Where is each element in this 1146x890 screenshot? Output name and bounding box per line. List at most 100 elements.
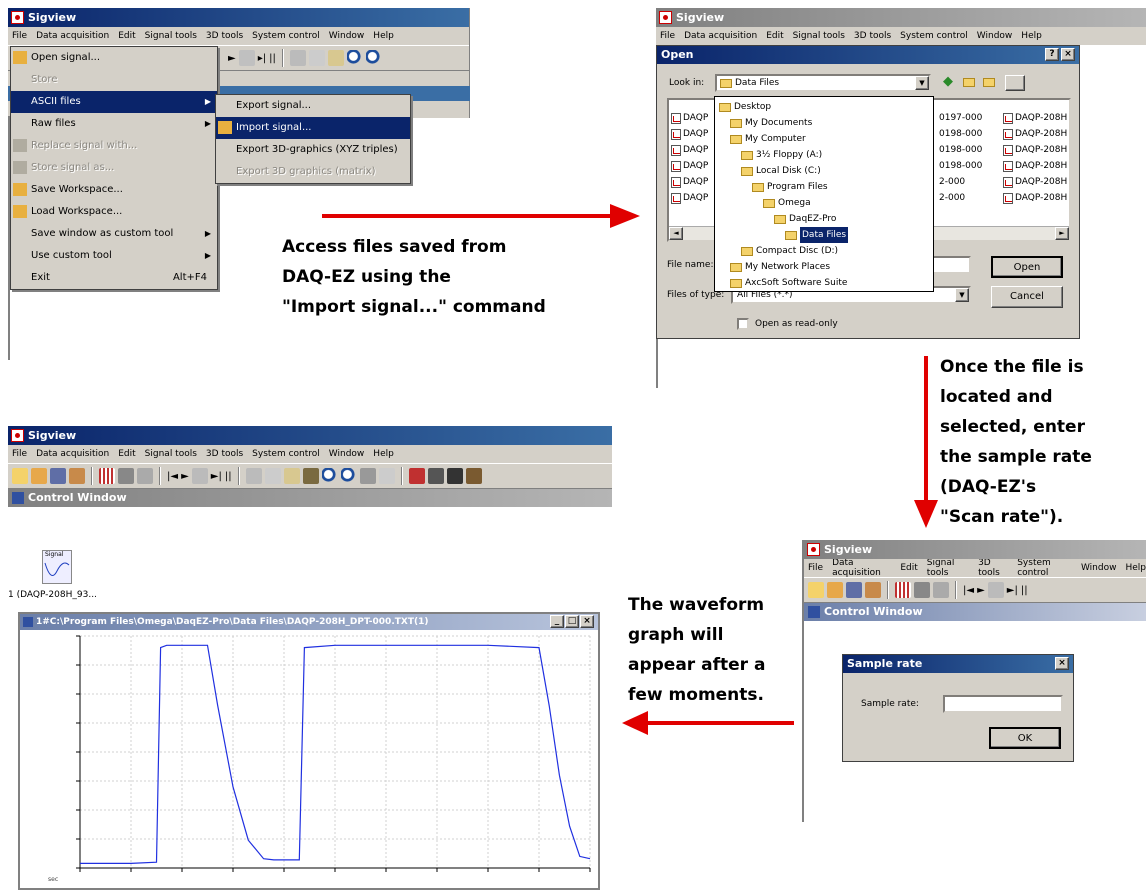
play-icon[interactable]: ►: [977, 585, 985, 596]
filter2-icon[interactable]: [933, 582, 949, 598]
up-folder-icon[interactable]: [963, 78, 975, 87]
pause-icon[interactable]: ||: [225, 471, 232, 482]
pause-icon[interactable]: ||: [1021, 585, 1028, 596]
menu-item[interactable]: Import signal...: [216, 117, 410, 139]
menu-file[interactable]: File: [660, 31, 675, 41]
menu-file[interactable]: File: [808, 563, 823, 573]
menu-file[interactable]: File: [12, 449, 27, 459]
chevron-down-icon[interactable]: ▼: [915, 76, 929, 90]
export-icon[interactable]: [69, 468, 85, 484]
back-icon[interactable]: ◆: [943, 74, 953, 89]
table-icon[interactable]: [427, 468, 444, 484]
menu-edit[interactable]: Edit: [118, 31, 135, 41]
tree-item[interactable]: 3½ Floppy (A:): [715, 147, 933, 163]
menu-system-control[interactable]: System control: [900, 31, 968, 41]
menu-item[interactable]: ASCII files ▶: [11, 91, 217, 113]
cancel-button[interactable]: Cancel: [991, 286, 1063, 308]
menu-item[interactable]: Open signal...: [11, 47, 217, 69]
file-item[interactable]: DAQP: [671, 190, 708, 206]
menu-data-acquisition[interactable]: Data acquisition: [832, 558, 891, 578]
skip-icon[interactable]: ▸|: [258, 53, 266, 64]
open-button[interactable]: Open: [991, 256, 1063, 278]
menu-item[interactable]: Store: [11, 69, 217, 91]
file-item[interactable]: 0198-000: [939, 158, 982, 174]
zoom-in-icon[interactable]: [346, 50, 363, 66]
menu-item[interactable]: Replace signal with...: [11, 135, 217, 157]
file-item[interactable]: DAQP-208H: [1003, 142, 1067, 158]
minimize-button[interactable]: _: [550, 615, 564, 628]
play-icon[interactable]: ►: [181, 471, 189, 482]
file-item[interactable]: 2-000: [939, 190, 982, 206]
sample-rate-input[interactable]: [943, 695, 1063, 713]
filter-icon[interactable]: [118, 468, 134, 484]
zoom-in-icon[interactable]: [321, 468, 338, 484]
autoscale-icon[interactable]: [359, 468, 376, 484]
menu-data-acquisition[interactable]: Data acquisition: [36, 31, 109, 41]
waveform-chart[interactable]: [20, 630, 598, 888]
properties-icon[interactable]: [378, 468, 395, 484]
help-button[interactable]: ?: [1045, 48, 1059, 61]
file-item[interactable]: DAQP-208H: [1003, 190, 1067, 206]
menu-file[interactable]: File: [12, 31, 27, 41]
file-item[interactable]: DAQP: [671, 174, 708, 190]
menu-item[interactable]: Export 3D-graphics (XYZ triples): [216, 139, 410, 161]
look-in-combo[interactable]: Data Files ▼: [715, 74, 931, 92]
menu-system-control[interactable]: System control: [252, 31, 320, 41]
zoom-out-icon[interactable]: [365, 50, 382, 66]
close-button[interactable]: ×: [1061, 48, 1075, 61]
grid-icon[interactable]: [446, 468, 463, 484]
step-icon[interactable]: [987, 582, 1004, 598]
file-item[interactable]: DAQP-208H: [1003, 158, 1067, 174]
signal-icon[interactable]: Signal: [42, 550, 72, 584]
menu-item[interactable]: Save window as custom tool ▶: [11, 223, 217, 245]
file-item[interactable]: DAQP: [671, 142, 708, 158]
filter2-icon[interactable]: [137, 468, 153, 484]
tree-item[interactable]: DaqEZ-Pro: [715, 211, 933, 227]
menu-window[interactable]: Window: [977, 31, 1013, 41]
step-icon[interactable]: [191, 468, 208, 484]
filter-icon[interactable]: [914, 582, 930, 598]
copy-icon[interactable]: [264, 468, 281, 484]
menu-edit[interactable]: Edit: [118, 449, 135, 459]
menu-system-control[interactable]: System control: [252, 449, 320, 459]
scroll-right-icon[interactable]: ►: [1055, 227, 1069, 240]
menu-system-control[interactable]: System control: [1017, 558, 1072, 578]
paste-icon[interactable]: [283, 468, 300, 484]
file-item[interactable]: 0198-000: [939, 142, 982, 158]
view-menu-icon[interactable]: [1005, 75, 1025, 91]
menu-item[interactable]: Export 3D graphics (matrix): [216, 161, 410, 183]
menu-item[interactable]: Load Workspace...: [11, 201, 217, 223]
menu-3d-tools[interactable]: 3D tools: [854, 31, 891, 41]
tree-item[interactable]: Program Files: [715, 179, 933, 195]
menu-signal-tools[interactable]: Signal tools: [145, 31, 197, 41]
menu-data-acquisition[interactable]: Data acquisition: [36, 449, 109, 459]
tree-item[interactable]: My Computer: [715, 131, 933, 147]
skip-icon[interactable]: ►|: [211, 471, 222, 482]
ok-button[interactable]: OK: [989, 727, 1061, 749]
menu-item[interactable]: Save Workspace...: [11, 179, 217, 201]
file-item[interactable]: 0197-000: [939, 110, 982, 126]
file-item[interactable]: 2-000: [939, 174, 982, 190]
menu-item[interactable]: Store signal as...: [11, 157, 217, 179]
tools-icon[interactable]: [465, 468, 482, 484]
open-folder-icon[interactable]: [808, 582, 824, 598]
cut-icon[interactable]: [289, 50, 306, 66]
chevron-down-icon[interactable]: ▼: [955, 288, 969, 302]
pause-icon[interactable]: ||: [269, 53, 276, 64]
menu-window[interactable]: Window: [329, 31, 365, 41]
rewind-icon[interactable]: |◄: [167, 471, 178, 482]
play-icon[interactable]: ►: [228, 53, 236, 64]
tree-item[interactable]: Omega: [715, 195, 933, 211]
menu-edit[interactable]: Edit: [766, 31, 783, 41]
menu-window[interactable]: Window: [1081, 563, 1117, 573]
save-icon[interactable]: [50, 468, 66, 484]
spectrum-icon[interactable]: [895, 582, 911, 598]
menu-item[interactable]: Exit Alt+F4: [11, 267, 217, 289]
menu-data-acquisition[interactable]: Data acquisition: [684, 31, 757, 41]
file-item[interactable]: DAQP-208H: [1003, 110, 1067, 126]
file-item[interactable]: DAQP: [671, 110, 708, 126]
new-folder-icon[interactable]: [983, 78, 995, 87]
menu-help[interactable]: Help: [373, 31, 394, 41]
save-icon[interactable]: [846, 582, 862, 598]
menu-3d-tools[interactable]: 3D tools: [978, 558, 1008, 578]
